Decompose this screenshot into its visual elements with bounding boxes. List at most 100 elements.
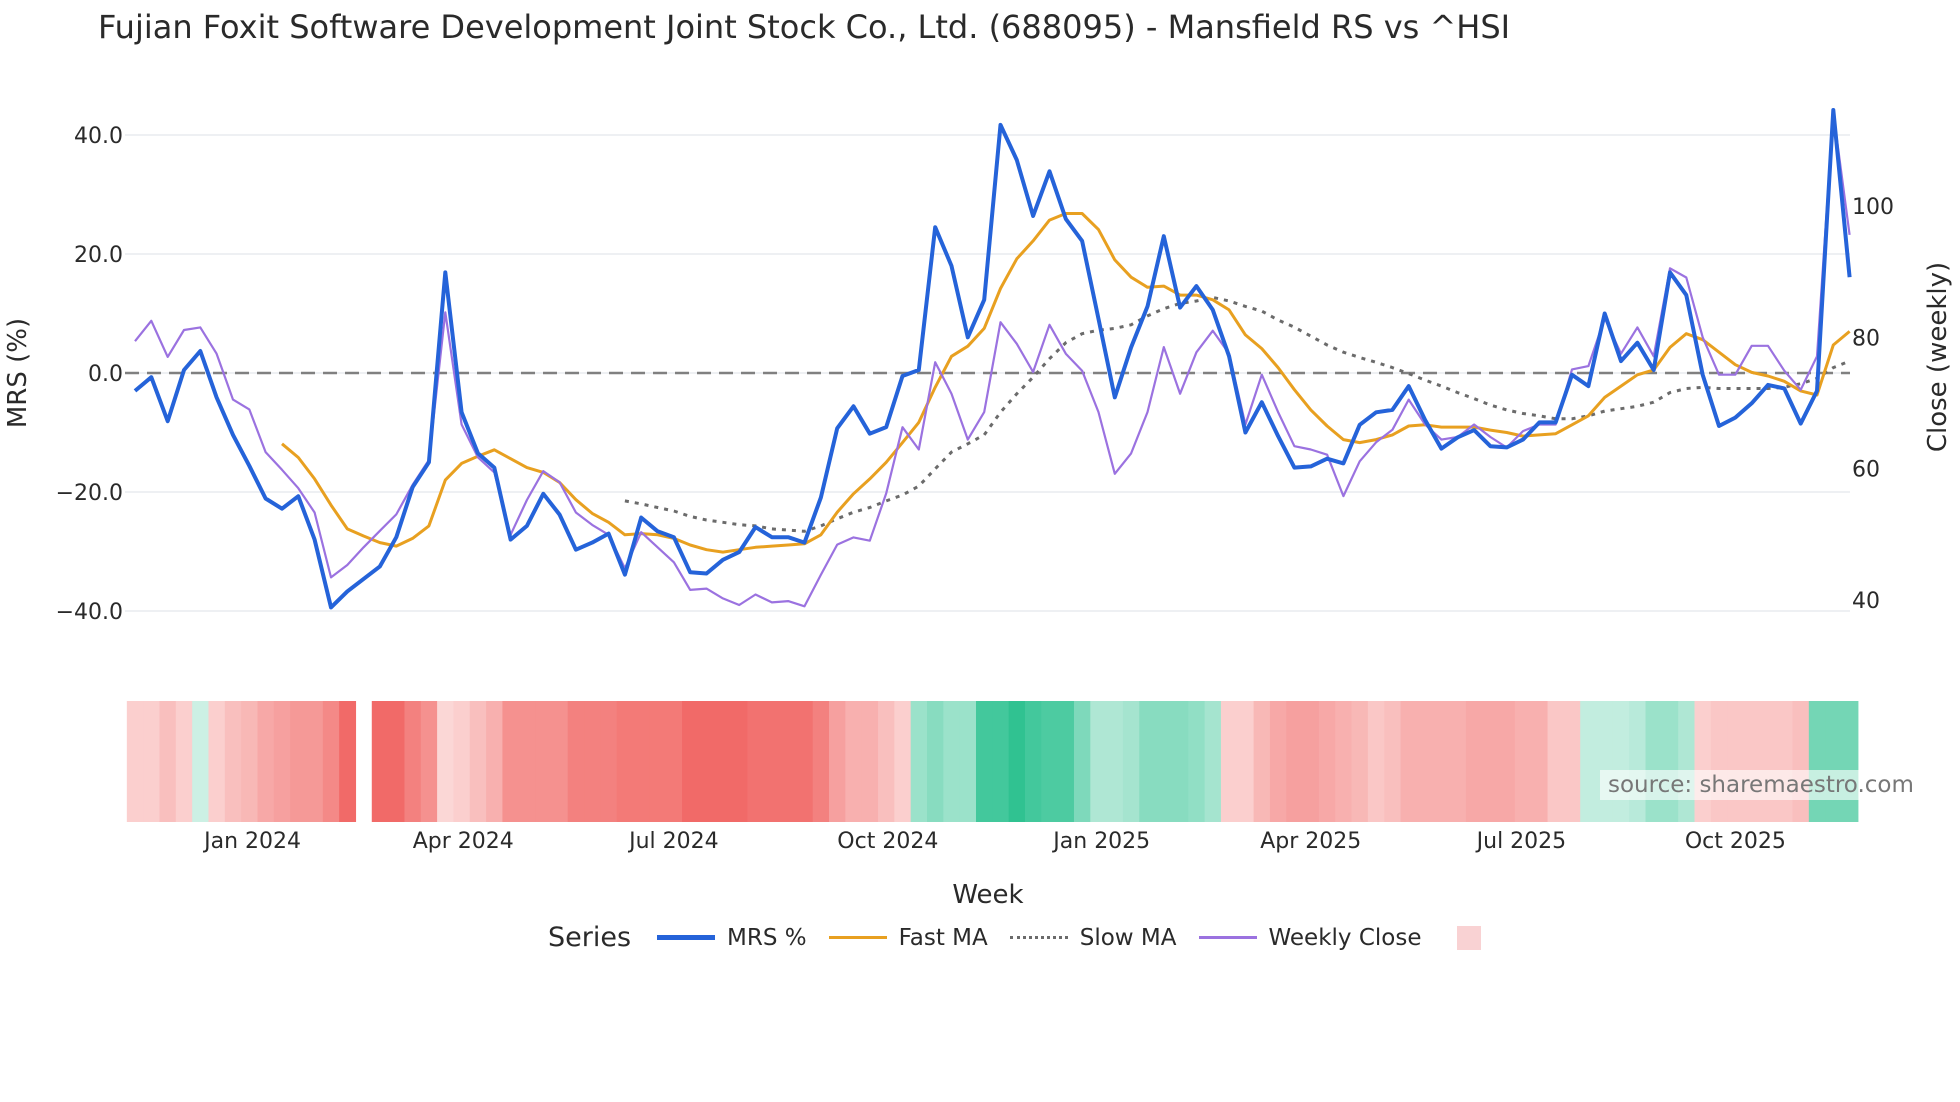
heatmap-cell <box>600 701 618 822</box>
heatmap-cell <box>567 701 585 822</box>
x-tick-label: Oct 2024 <box>837 829 938 854</box>
heatmap-cell <box>1171 701 1189 822</box>
heatmap-cell <box>1547 701 1565 822</box>
heatmap-cell <box>943 701 961 822</box>
heatmap-cell <box>1727 701 1745 822</box>
legend-swatch-fast-ma <box>828 936 887 939</box>
heatmap-cell <box>927 701 944 822</box>
heatmap-cell <box>1073 701 1091 822</box>
heatmap-cell <box>339 701 357 822</box>
heatmap-cell <box>829 701 846 822</box>
heatmap-cell <box>1465 701 1483 822</box>
heatmap-cell <box>1057 701 1075 822</box>
heatmap-cell <box>1237 701 1255 822</box>
heatmap-cell <box>796 701 814 822</box>
heatmap-cell <box>1008 701 1026 822</box>
legend-item-slow-ma[interactable]: Slow MA <box>1009 924 1177 951</box>
heatmap-cell <box>469 701 487 822</box>
heatmap-cell <box>1661 701 1679 822</box>
heatmap-cell <box>714 701 732 822</box>
heatmap-cell <box>1694 701 1712 822</box>
heatmap-cell <box>159 701 177 822</box>
y2-tick-label: 100 <box>1852 195 1894 220</box>
heatmap-cell <box>322 701 340 822</box>
x-tick-label: Apr 2024 <box>413 829 514 854</box>
y2-axis-title: Close (weekly) <box>1923 262 1953 452</box>
heatmap-cell <box>1269 701 1287 822</box>
heatmap-cell <box>290 701 308 822</box>
heatmap-cell <box>1122 701 1140 822</box>
heatmap-cell <box>1400 701 1418 822</box>
heatmap-cell <box>1776 701 1794 822</box>
heatmap-cell <box>649 701 667 822</box>
legend-label-weekly-close: Weekly Close <box>1268 924 1422 951</box>
heatmap-cell <box>1188 701 1206 822</box>
heatmap-cell <box>665 701 683 822</box>
heatmap-cell <box>1204 701 1222 822</box>
legend-item-fast-ma[interactable]: Fast MA <box>828 924 988 951</box>
heatmap-cell <box>878 701 895 822</box>
heatmap-cell <box>845 701 863 822</box>
y2-tick-label: 80 <box>1852 326 1880 351</box>
y-tick-label: 0.0 <box>88 362 123 387</box>
heatmap-cell <box>1759 701 1777 822</box>
legend-label-mrs: MRS % <box>727 924 807 951</box>
heatmap-cell <box>1286 701 1304 822</box>
heatmap-cell <box>633 701 650 822</box>
legend-swatch-mrs <box>657 935 716 940</box>
legend-swatch-weekly-close <box>1198 936 1257 939</box>
x-tick-label: Jul 2025 <box>1475 829 1567 854</box>
heatmap-cell <box>551 701 569 822</box>
heatmap-cell <box>420 701 438 822</box>
heatmap-cell <box>1808 701 1826 822</box>
legend-swatch-slow-ma <box>1009 936 1068 939</box>
heatmap-cell <box>437 701 455 822</box>
heatmap-cell <box>682 701 699 822</box>
heatmap-cell <box>1384 701 1402 822</box>
heatmap-cell <box>1710 701 1728 822</box>
y-tick-label: 40.0 <box>74 124 123 149</box>
heatmap-cell <box>1253 701 1271 822</box>
heatmap-cell <box>1792 701 1810 822</box>
heatmap-cell <box>486 701 504 822</box>
source-watermark: source: sharemaestro.com <box>1600 770 1922 800</box>
heatmap-cell <box>780 701 797 822</box>
heatmap-cell <box>1678 701 1696 822</box>
x-tick-label: Apr 2025 <box>1260 829 1361 854</box>
heatmap-cell <box>1482 701 1500 822</box>
heatmap-cell <box>1367 701 1385 822</box>
heatmap-cell <box>1106 701 1124 822</box>
heatmap-cell <box>1563 701 1581 822</box>
heatmap-cell <box>1220 701 1238 822</box>
y-tick-label: 20.0 <box>74 243 123 268</box>
x-tick-label: Oct 2025 <box>1685 829 1786 854</box>
heatmap-cell <box>1433 701 1451 822</box>
heatmap-cell <box>1743 701 1761 822</box>
heatmap-cell <box>224 701 242 822</box>
heatmap-cell <box>975 701 993 822</box>
heatmap-cell <box>1531 701 1549 822</box>
legend-label-fast-ma: Fast MA <box>898 924 988 951</box>
heatmap-cell <box>1449 701 1467 822</box>
legend-item-mrs[interactable]: MRS % <box>657 925 807 951</box>
heatmap-cell <box>502 701 520 822</box>
legend-label-slow-ma: Slow MA <box>1079 924 1177 951</box>
heatmap-cell <box>1351 701 1369 822</box>
legend-item-weekly-close[interactable]: Weekly Close <box>1198 924 1422 951</box>
heatmap-cell <box>388 701 406 822</box>
heatmap-cell <box>1318 701 1336 822</box>
heatmap-cell <box>535 701 553 822</box>
legend-title: Series <box>548 922 632 953</box>
heatmap-cell <box>747 701 765 822</box>
heatmap-cell <box>306 701 324 822</box>
heatmap-cell <box>584 701 602 822</box>
legend-swatch-heatmap[interactable] <box>1457 925 1482 950</box>
heatmap-cell <box>1596 701 1614 822</box>
y2-tick-label: 40 <box>1852 589 1880 614</box>
heatmap-cell <box>616 701 634 822</box>
legend: Series MRS % Fast MA Slow MA Weekly Clos… <box>548 922 1482 953</box>
heatmap-cell <box>1841 701 1859 822</box>
y-tick-label: −40.0 <box>56 600 123 625</box>
heatmap-cell <box>812 701 830 822</box>
heatmap-cell <box>1024 701 1042 822</box>
